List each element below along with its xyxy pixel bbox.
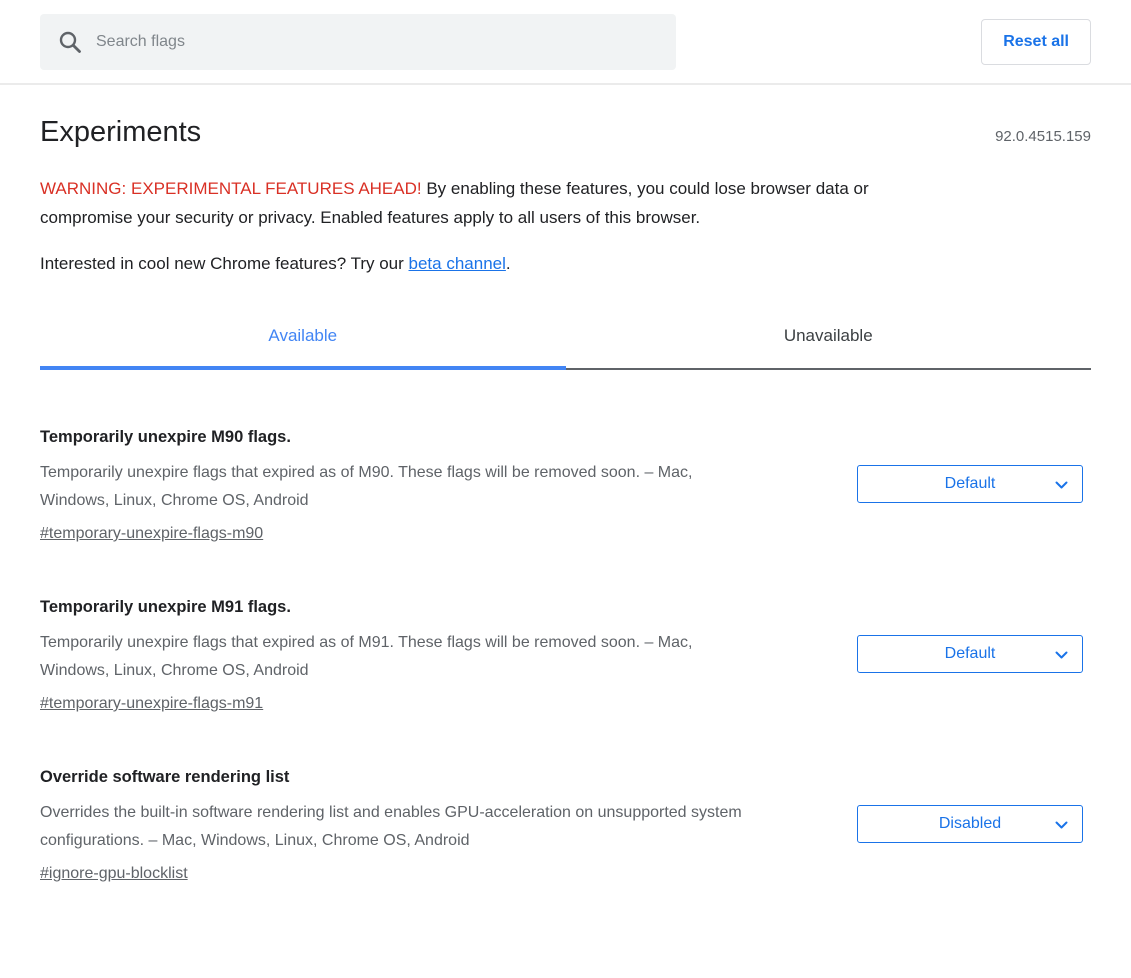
experiment-row: Temporarily unexpire M91 flags. Temporar… <box>40 598 1091 713</box>
experiment-select[interactable]: Disabled <box>857 805 1083 843</box>
experiment-permalink[interactable]: #temporary-unexpire-flags-m90 <box>40 525 263 543</box>
experiment-text: Temporarily unexpire M91 flags. Temporar… <box>40 598 764 713</box>
beta-channel-link[interactable]: beta channel <box>409 254 506 273</box>
chevron-down-icon <box>1055 651 1068 660</box>
search-icon <box>57 29 83 55</box>
experiment-select-wrap: Default <box>857 465 1083 543</box>
experiment-title: Temporarily unexpire M90 flags. <box>40 428 764 447</box>
experiment-description: Temporarily unexpire flags that expired … <box>40 459 764 515</box>
search-input[interactable] <box>96 33 659 51</box>
beta-channel-promo: Interested in cool new Chrome features? … <box>40 254 1091 274</box>
experiment-select[interactable]: Default <box>857 635 1083 673</box>
experiment-row: Override software rendering list Overrid… <box>40 768 1091 883</box>
experiment-permalink[interactable]: #temporary-unexpire-flags-m91 <box>40 695 263 713</box>
page-title: Experiments <box>40 116 201 149</box>
experiment-select-value: Default <box>945 645 996 663</box>
experiment-description: Overrides the built-in software renderin… <box>40 799 764 855</box>
chevron-down-icon <box>1055 481 1068 490</box>
experiment-title: Temporarily unexpire M91 flags. <box>40 598 764 617</box>
experiment-title: Override software rendering list <box>40 768 764 787</box>
experiment-select-wrap: Disabled <box>857 805 1083 883</box>
reset-all-button[interactable]: Reset all <box>981 19 1091 65</box>
promo-prefix: Interested in cool new Chrome features? … <box>40 254 409 273</box>
warning-emphasis: WARNING: EXPERIMENTAL FEATURES AHEAD! <box>40 179 422 198</box>
flags-main: Experiments 92.0.4515.159 WARNING: EXPER… <box>0 85 1131 978</box>
tab-available[interactable]: Available <box>40 316 566 370</box>
experiment-select-value: Disabled <box>939 815 1001 833</box>
experiment-select-value: Default <box>945 475 996 493</box>
experiment-permalink[interactable]: #ignore-gpu-blocklist <box>40 865 188 883</box>
tab-strip: Available Unavailable <box>40 316 1091 370</box>
tab-unavailable[interactable]: Unavailable <box>566 316 1092 370</box>
page-head: Experiments 92.0.4515.159 <box>40 85 1091 149</box>
experimental-warning: WARNING: EXPERIMENTAL FEATURES AHEAD! By… <box>40 174 940 232</box>
experiments-list: Temporarily unexpire M90 flags. Temporar… <box>40 428 1091 883</box>
flags-header: Reset all <box>0 0 1131 85</box>
experiment-text: Override software rendering list Overrid… <box>40 768 764 883</box>
chevron-down-icon <box>1055 821 1068 830</box>
experiment-row: Temporarily unexpire M90 flags. Temporar… <box>40 428 1091 543</box>
experiment-select[interactable]: Default <box>857 465 1083 503</box>
promo-suffix: . <box>506 254 511 273</box>
experiment-select-wrap: Default <box>857 635 1083 713</box>
browser-version: 92.0.4515.159 <box>995 128 1091 145</box>
experiment-description: Temporarily unexpire flags that expired … <box>40 629 764 685</box>
experiment-text: Temporarily unexpire M90 flags. Temporar… <box>40 428 764 543</box>
search-box[interactable] <box>40 14 676 70</box>
